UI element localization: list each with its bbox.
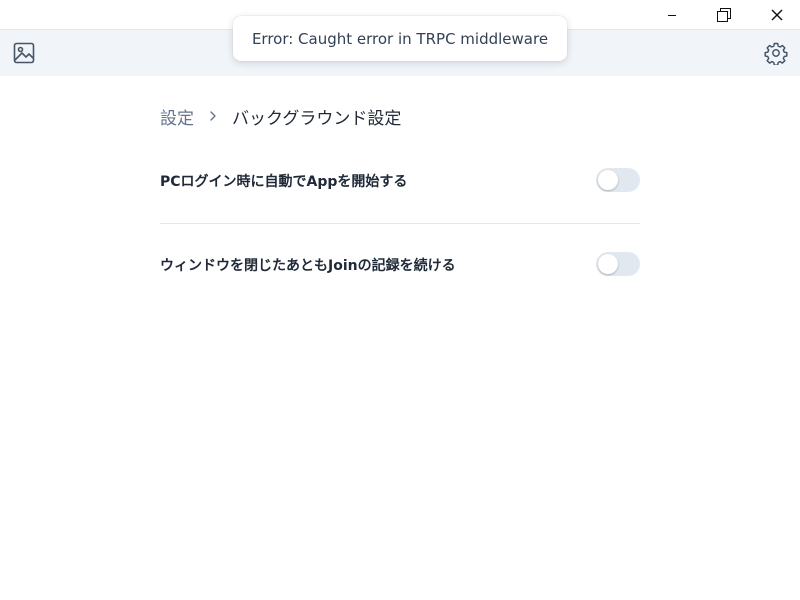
close-button[interactable] xyxy=(751,0,800,29)
setting-label: ウィンドウを閉じたあともJoinの記録を続ける xyxy=(160,258,456,274)
image-icon xyxy=(13,42,35,64)
minimize-icon xyxy=(668,14,676,16)
maximize-button[interactable] xyxy=(698,0,750,29)
settings-button[interactable] xyxy=(764,41,788,65)
setting-row-keep-recording: ウィンドウを閉じたあともJoinの記録を続ける xyxy=(160,250,640,280)
setting-label: PCログイン時に自動でAppを開始する xyxy=(160,174,408,190)
app-window: Error: Caught error in TRPC middleware 設… xyxy=(0,0,800,600)
breadcrumb: 設定 バックグラウンド設定 xyxy=(160,104,402,129)
maximize-icon xyxy=(717,7,731,22)
toast-message: Error: Caught error in TRPC middleware xyxy=(251,29,549,48)
toggle-knob xyxy=(598,170,618,190)
toggle-knob xyxy=(598,254,618,274)
breadcrumb-parent-link[interactable]: 設定 xyxy=(160,104,194,129)
minimize-button[interactable] xyxy=(646,0,698,29)
close-icon xyxy=(771,9,783,20)
chevron-right-icon xyxy=(208,110,218,122)
error-toast: Error: Caught error in TRPC middleware xyxy=(233,16,567,61)
gear-icon xyxy=(764,42,788,65)
breadcrumb-current: バックグラウンド設定 xyxy=(232,108,402,129)
auto-start-toggle[interactable] xyxy=(596,168,640,192)
keep-recording-toggle[interactable] xyxy=(596,252,640,276)
setting-row-auto-start: PCログイン時に自動でAppを開始する xyxy=(160,166,640,196)
image-button[interactable] xyxy=(12,41,36,65)
divider xyxy=(160,223,640,224)
